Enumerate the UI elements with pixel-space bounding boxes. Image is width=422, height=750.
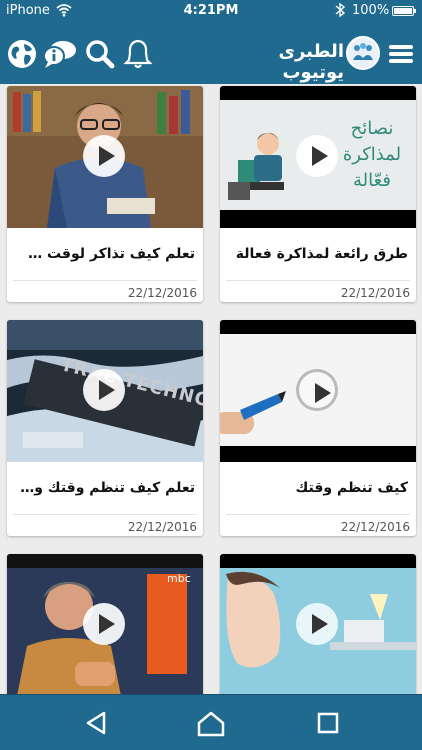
video-feed[interactable]: نصائح لمذاكرة فعّالة طرق رائعة لمذاكرة ف…	[0, 84, 422, 694]
search-icon[interactable]	[84, 38, 116, 70]
play-icon[interactable]	[83, 603, 125, 645]
video-date: 22/12/2016	[127, 286, 197, 300]
play-icon[interactable]	[296, 135, 338, 177]
menu-icon[interactable]	[386, 38, 416, 70]
video-thumbnail[interactable]: mbc	[7, 554, 203, 694]
app-title: الطبرى يوتيوب	[278, 41, 344, 83]
battery-icon	[392, 6, 414, 16]
recents-icon[interactable]	[312, 709, 344, 737]
video-card[interactable]	[220, 554, 416, 694]
thumbnail-overlay-text: نصائح لمذاكرة فعّالة	[342, 118, 402, 191]
video-card[interactable]: كيف تنظم وقتك 22/12/2016	[220, 320, 416, 536]
video-card[interactable]: تعلم كيف تذاكر لوقت طويل 22/12/2016	[7, 86, 203, 302]
back-icon[interactable]	[80, 709, 112, 737]
play-icon[interactable]	[83, 135, 125, 177]
info-chat-icon[interactable]	[42, 38, 78, 70]
thumbnail-overlay-text: mbc	[167, 572, 191, 585]
video-card[interactable]: mbc	[7, 554, 203, 694]
video-title[interactable]: طرق رائعة لمذاكرة فعالة	[228, 236, 408, 272]
video-thumbnail[interactable]	[220, 320, 416, 462]
app-header: الطبرى يوتيوب	[0, 22, 422, 84]
video-date: 22/12/2016	[340, 286, 410, 300]
battery-percent: 100%	[352, 3, 390, 18]
bell-icon[interactable]	[122, 38, 154, 70]
video-title[interactable]: كيف تنظم وقتك	[228, 470, 409, 506]
globe-icon[interactable]	[6, 38, 38, 70]
video-thumbnail[interactable]	[220, 554, 416, 694]
home-icon[interactable]	[195, 709, 227, 737]
play-icon[interactable]	[83, 369, 125, 411]
video-thumbnail[interactable]: TRAC TECHNO	[7, 320, 203, 462]
app-logo	[346, 36, 380, 70]
play-icon[interactable]	[296, 369, 338, 411]
system-nav-bar	[0, 694, 422, 750]
video-card[interactable]: نصائح لمذاكرة فعّالة طرق رائعة لمذاكرة ف…	[220, 86, 416, 302]
bluetooth-icon	[335, 2, 346, 18]
video-title[interactable]: تعلم كيف تذاكر لوقت طويل	[15, 236, 195, 272]
video-title[interactable]: تعلم كيف تنظم وقتك وتست...	[15, 470, 195, 506]
video-card[interactable]: TRAC TECHNO تعلم كيف تنظم وقتك وتست... 2…	[7, 320, 203, 536]
status-bar: iPhone 4:21PM 100%	[0, 0, 422, 22]
video-date: 22/12/2016	[127, 520, 197, 534]
video-thumbnail[interactable]: نصائح لمذاكرة فعّالة	[220, 86, 416, 228]
video-thumbnail[interactable]	[7, 86, 203, 228]
logo-icon	[353, 43, 373, 60]
video-date: 22/12/2016	[340, 520, 410, 534]
play-icon[interactable]	[296, 603, 338, 645]
